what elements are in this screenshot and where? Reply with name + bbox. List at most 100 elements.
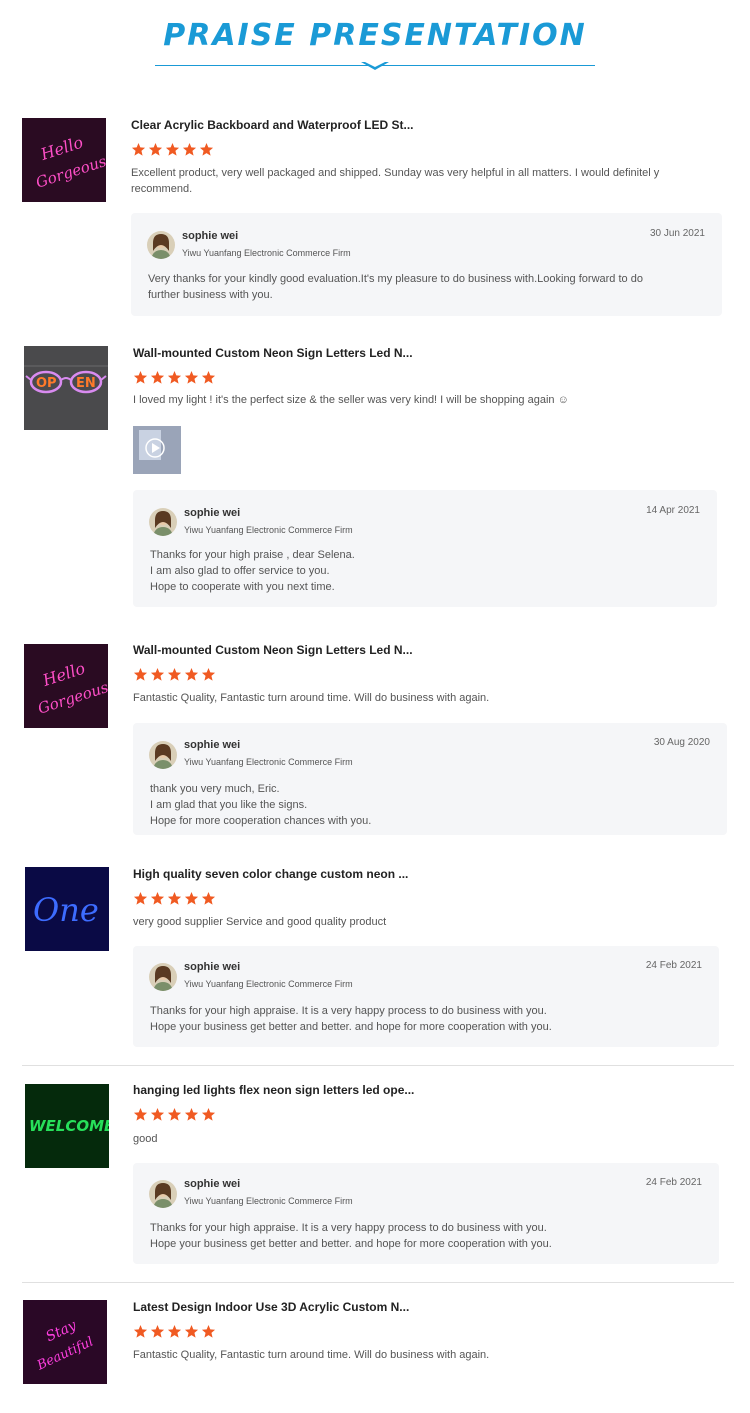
reply-firm-name: Yiwu Yuanfang Electronic Commerce Firm bbox=[182, 248, 351, 258]
neon-hello-gorgeous-pink-image: Hello Gorgeous bbox=[22, 118, 106, 202]
star-icon bbox=[167, 370, 182, 385]
reply-author-name: sophie wei bbox=[184, 739, 241, 751]
product-title[interactable]: Clear Acrylic Backboard and Waterproof L… bbox=[131, 118, 414, 132]
reply-firm-name: Yiwu Yuanfang Electronic Commerce Firm bbox=[184, 979, 353, 989]
svg-text:OP: OP bbox=[36, 376, 57, 391]
product-thumbnail[interactable]: One bbox=[25, 867, 109, 951]
review-text: I loved my light ! it's the perfect size… bbox=[133, 394, 569, 406]
product-title[interactable]: Latest Design Indoor Use 3D Acrylic Cust… bbox=[133, 1300, 409, 1314]
star-icon bbox=[199, 142, 214, 157]
star-icon bbox=[131, 142, 146, 157]
reply-date: 30 Aug 2020 bbox=[653, 737, 710, 748]
reply-firm-name: Yiwu Yuanfang Electronic Commerce Firm bbox=[184, 525, 353, 535]
product-thumbnail[interactable]: Hello Gorgeous bbox=[24, 644, 108, 728]
neon-hello-gorgeous-pink-image: Hello Gorgeous bbox=[24, 644, 108, 728]
reply-date: 24 Feb 2021 bbox=[645, 960, 702, 971]
avatar bbox=[149, 1180, 177, 1208]
divider bbox=[22, 1282, 734, 1283]
product-thumbnail[interactable]: WELCOME bbox=[25, 1084, 109, 1168]
star-icon bbox=[201, 370, 216, 385]
star-icon bbox=[167, 1107, 182, 1122]
star-icon bbox=[182, 142, 197, 157]
rating-stars bbox=[133, 667, 216, 683]
seller-reply: sophie wei Yiwu Yuanfang Electronic Comm… bbox=[131, 213, 722, 316]
reply-date: 30 Jun 2021 bbox=[649, 228, 705, 239]
review-text: very good supplier Service and good qual… bbox=[133, 916, 387, 928]
seller-reply: sophie wei Yiwu Yuanfang Electronic Comm… bbox=[133, 946, 719, 1047]
star-icon bbox=[133, 370, 148, 385]
neon-stay-beautiful-pink-image: Stay Beautiful bbox=[23, 1300, 107, 1384]
reply-author-name: sophie wei bbox=[184, 1178, 241, 1190]
star-icon bbox=[167, 1324, 182, 1339]
star-icon bbox=[167, 667, 182, 682]
review-text: Fantastic Quality, Fantastic turn around… bbox=[133, 1349, 490, 1361]
reply-text: Thanks for your high appraise. It is a v… bbox=[150, 1005, 552, 1033]
reply-text: Thanks for your high appraise. It is a v… bbox=[150, 1222, 552, 1250]
reply-author-name: sophie wei bbox=[184, 961, 241, 973]
star-icon bbox=[148, 142, 163, 157]
star-icon bbox=[150, 1324, 165, 1339]
svg-text:EN: EN bbox=[76, 376, 96, 391]
star-icon bbox=[150, 891, 165, 906]
star-icon bbox=[201, 667, 216, 682]
rating-stars bbox=[133, 370, 216, 386]
svg-text:WELCOME: WELCOME bbox=[29, 1117, 109, 1135]
reply-text: Thanks for your high praise , dear Selen… bbox=[150, 549, 355, 593]
star-icon bbox=[201, 1324, 216, 1339]
reply-firm-name: Yiwu Yuanfang Electronic Commerce Firm bbox=[184, 1196, 353, 1206]
reply-date: 24 Feb 2021 bbox=[645, 1177, 702, 1188]
star-icon bbox=[167, 891, 182, 906]
reply-text: Very thanks for your kindly good evaluat… bbox=[148, 273, 643, 301]
review-text: good bbox=[133, 1133, 158, 1145]
page-title: PRAISE PRESENTATION bbox=[163, 18, 587, 53]
avatar bbox=[149, 508, 177, 536]
seller-reply: sophie wei Yiwu Yuanfang Electronic Comm… bbox=[133, 490, 717, 607]
product-thumbnail[interactable]: OP EN bbox=[24, 346, 108, 430]
product-title[interactable]: Wall-mounted Custom Neon Sign Letters Le… bbox=[133, 643, 413, 657]
star-icon bbox=[201, 1107, 216, 1122]
star-icon bbox=[201, 891, 216, 906]
star-icon bbox=[150, 370, 165, 385]
product-title[interactable]: Wall-mounted Custom Neon Sign Letters Le… bbox=[133, 346, 413, 360]
svg-text:One: One bbox=[33, 891, 99, 929]
star-icon bbox=[184, 891, 199, 906]
star-icon bbox=[184, 667, 199, 682]
product-title[interactable]: High quality seven color change custom n… bbox=[133, 867, 408, 881]
neon-open-glasses-image: OP EN bbox=[24, 346, 108, 430]
review-video-thumbnail[interactable] bbox=[133, 426, 181, 474]
reply-author-name: sophie wei bbox=[182, 230, 239, 242]
section-header: PRAISE PRESENTATION bbox=[0, 0, 750, 80]
star-icon bbox=[184, 370, 199, 385]
neon-welcome-green-image: WELCOME bbox=[25, 1084, 109, 1168]
seller-reply: sophie wei Yiwu Yuanfang Electronic Comm… bbox=[133, 723, 727, 835]
rating-stars bbox=[133, 1107, 216, 1123]
rating-stars bbox=[131, 142, 214, 158]
star-icon bbox=[133, 1107, 148, 1122]
star-icon bbox=[184, 1107, 199, 1122]
rating-stars bbox=[133, 1324, 216, 1340]
avatar bbox=[147, 231, 175, 259]
reply-date: 14 Apr 2021 bbox=[646, 505, 700, 516]
star-icon bbox=[133, 891, 148, 906]
neon-one-blue-image: One bbox=[25, 867, 109, 951]
reply-firm-name: Yiwu Yuanfang Electronic Commerce Firm bbox=[184, 757, 353, 767]
product-thumbnail[interactable]: Stay Beautiful bbox=[23, 1300, 107, 1384]
avatar bbox=[149, 963, 177, 991]
product-title[interactable]: hanging led lights flex neon sign letter… bbox=[133, 1083, 414, 1097]
rating-stars bbox=[133, 891, 216, 907]
star-icon bbox=[184, 1324, 199, 1339]
review-text: Fantastic Quality, Fantastic turn around… bbox=[133, 692, 490, 704]
seller-reply: sophie wei Yiwu Yuanfang Electronic Comm… bbox=[133, 1163, 719, 1264]
reply-text: thank you very much, Eric. I am glad tha… bbox=[150, 783, 372, 827]
video-play-icon bbox=[133, 426, 181, 474]
avatar bbox=[149, 741, 177, 769]
star-icon bbox=[150, 667, 165, 682]
star-icon bbox=[150, 1107, 165, 1122]
reply-author-name: sophie wei bbox=[184, 507, 241, 519]
star-icon bbox=[133, 1324, 148, 1339]
star-icon bbox=[133, 667, 148, 682]
star-icon bbox=[165, 142, 180, 157]
review-text: Excellent product, very well packaged an… bbox=[131, 167, 660, 195]
divider bbox=[22, 1065, 734, 1066]
product-thumbnail[interactable]: Hello Gorgeous bbox=[22, 118, 106, 202]
